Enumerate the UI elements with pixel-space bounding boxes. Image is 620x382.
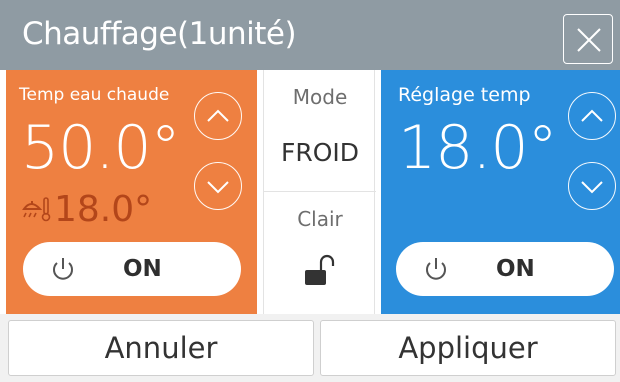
setpoint-label: Réglage temp bbox=[398, 84, 531, 106]
chevron-up-icon bbox=[581, 109, 603, 122]
shower-thermometer-icon bbox=[22, 197, 51, 222]
unlocked-padlock-icon[interactable] bbox=[303, 253, 339, 287]
dialog-header: Chauffage(1unité) bbox=[0, 0, 620, 70]
mode-value-button[interactable]: FROID bbox=[264, 138, 376, 167]
hot-water-label: Temp eau chaude bbox=[19, 85, 170, 105]
setpoint-temperature: 18.0° bbox=[398, 113, 558, 183]
hot-water-down-button[interactable] bbox=[194, 162, 242, 210]
power-icon bbox=[53, 258, 73, 280]
close-button[interactable] bbox=[563, 14, 613, 64]
power-icon bbox=[426, 258, 446, 280]
hot-water-up-button[interactable] bbox=[194, 92, 242, 140]
lock-label: Clair bbox=[297, 207, 343, 231]
chevron-down-icon bbox=[207, 181, 229, 194]
hot-water-sensor-temperature: 18.0° bbox=[54, 189, 153, 230]
setpoint-power-label: ON bbox=[496, 256, 535, 282]
mode-label: Mode bbox=[292, 85, 348, 109]
setpoint-up-button[interactable] bbox=[568, 92, 616, 140]
hot-water-panel: Temp eau chaude 50.0° 18.0° ON bbox=[6, 70, 257, 314]
setpoint-power-toggle[interactable]: ON bbox=[396, 242, 614, 296]
setpoint-panel: Réglage temp 18.0° ON bbox=[381, 70, 620, 314]
cancel-button[interactable]: Annuler bbox=[8, 320, 314, 376]
dialog-title: Chauffage(1unité) bbox=[22, 16, 297, 52]
setpoint-down-button[interactable] bbox=[568, 162, 616, 210]
close-icon bbox=[577, 28, 601, 52]
mode-lock-panel: Mode FROID Clair bbox=[257, 70, 381, 314]
apply-button[interactable]: Appliquer bbox=[320, 320, 616, 376]
dialog-footer: Annuler Appliquer bbox=[0, 314, 620, 382]
hot-water-power-toggle[interactable]: ON bbox=[23, 242, 241, 296]
hot-water-power-label: ON bbox=[123, 256, 162, 282]
divider bbox=[264, 191, 376, 192]
chevron-down-icon bbox=[581, 181, 603, 194]
chevron-up-icon bbox=[207, 109, 229, 122]
hot-water-temperature: 50.0° bbox=[21, 113, 181, 183]
